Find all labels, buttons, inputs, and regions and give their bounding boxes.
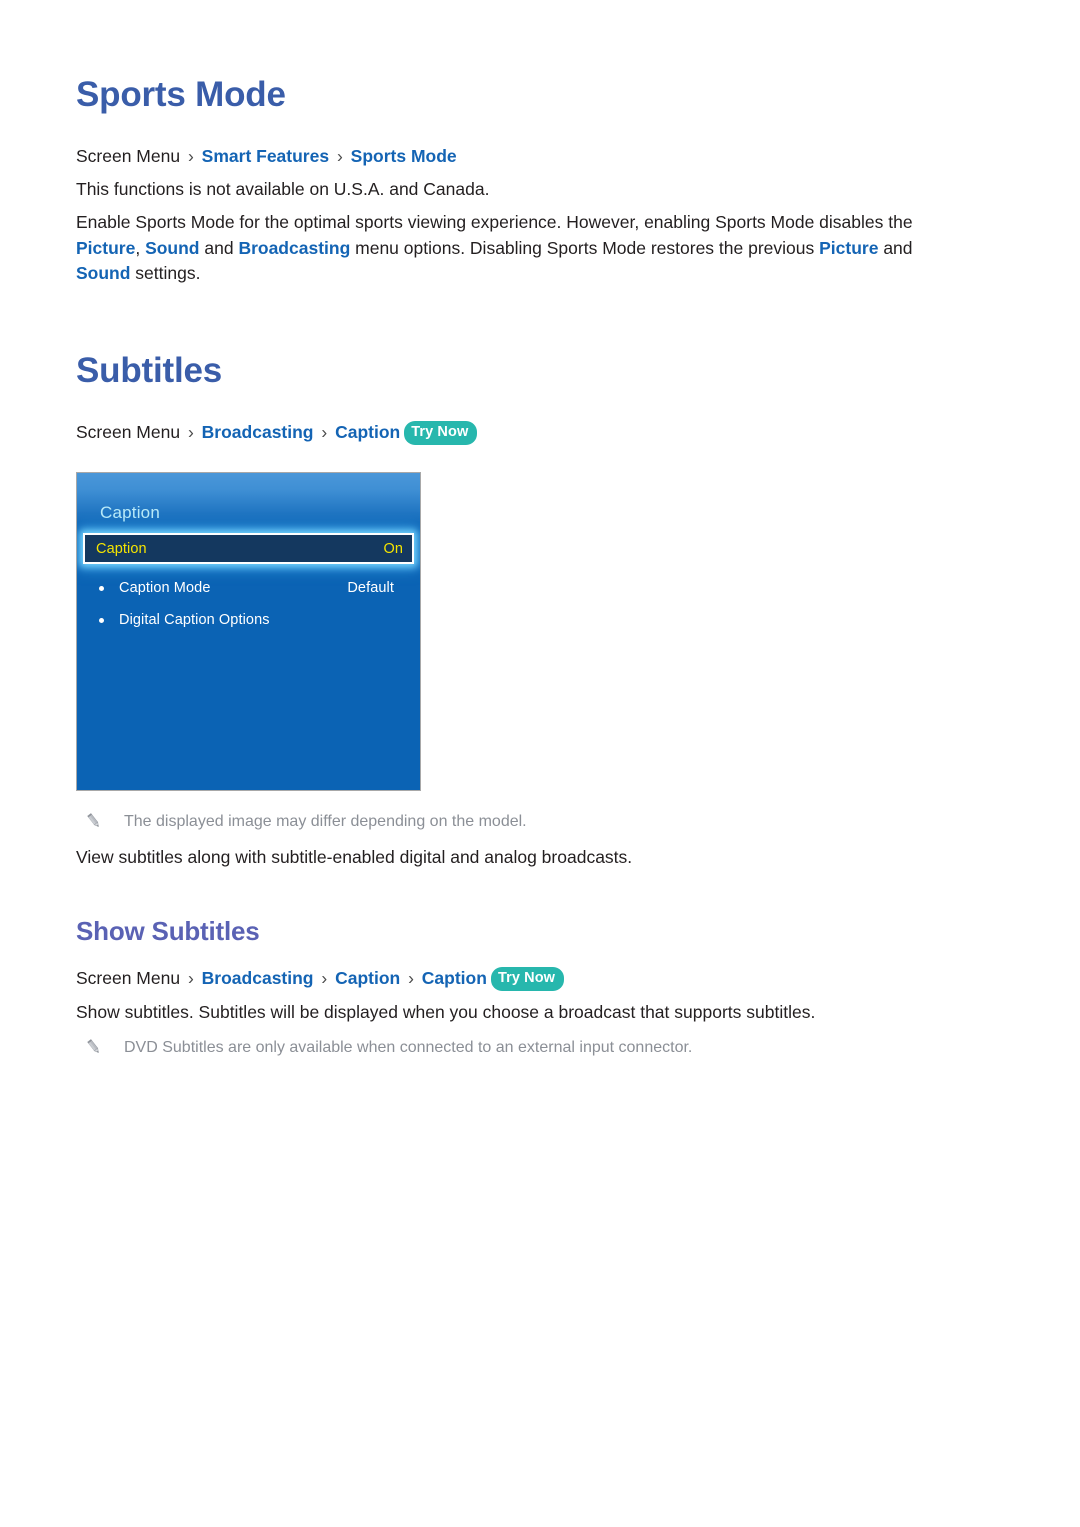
text-segment: , [135,237,146,258]
breadcrumb-separator: › [408,968,414,988]
tv-menu-header: Caption [77,473,420,529]
breadcrumb-show-subtitles: Screen Menu › Broadcasting › Caption › C… [76,966,565,991]
bullet-icon [99,617,104,623]
breadcrumb-sports-mode: Screen Menu › Smart Features › Sports Mo… [76,144,457,168]
tv-menu-row-caption-selected[interactable]: Caption On [83,533,414,564]
tv-menu-screenshot: Caption Caption On Caption Mode Default … [76,472,421,791]
tv-menu-row-digital-caption-options[interactable]: Digital Caption Options [77,608,420,632]
tv-menu-row-value: Default [347,580,394,596]
page-title-sports-mode: Sports Mode [76,75,286,114]
section-title-show-subtitles: Show Subtitles [76,916,260,946]
breadcrumb-separator: › [336,146,343,166]
keyword-picture: Picture [819,237,879,258]
breadcrumb-link-broadcasting[interactable]: Broadcasting [202,422,314,442]
description-show-subtitles: Show subtitles. Subtitles will be displa… [76,1002,816,1022]
tv-menu-row-label: Digital Caption Options [119,612,270,628]
tv-menu-row-value: On [383,540,403,557]
keyword-sound: Sound [145,237,200,258]
breadcrumb-link-caption[interactable]: Caption [335,422,400,442]
note-text: DVD Subtitles are only available when co… [124,1039,693,1056]
try-now-badge[interactable]: Try Now [404,421,478,445]
note-dvd-subtitles: DVD Subtitles are only available when co… [76,1036,944,1059]
breadcrumb-link-smart-features[interactable]: Smart Features [202,146,329,166]
breadcrumb-separator: › [187,968,194,988]
tv-menu-header-title: Caption [100,503,160,522]
tv-menu-row-caption-mode[interactable]: Caption Mode Default [77,576,420,600]
text-segment: settings. [130,263,201,283]
pencil-icon [87,813,99,827]
text-segment: and [199,237,239,258]
text-segment: menu options. Disabling Sports Mode rest… [350,237,820,258]
keyword-broadcasting: Broadcasting [238,237,351,258]
breadcrumb-link-sports-mode[interactable]: Sports Mode [351,146,457,166]
breadcrumb-root: Screen Menu [76,422,181,442]
description-subtitles: View subtitles along with subtitle-enabl… [76,847,633,867]
page-title-subtitles: Subtitles [76,351,222,390]
breadcrumb-root: Screen Menu [76,146,181,166]
breadcrumb-separator: › [321,968,328,988]
breadcrumb-separator: › [187,146,194,166]
tv-menu-row-label: Caption Mode [119,580,211,596]
paragraph-sports-mode: Enable Sports Mode for the optimal sport… [76,210,961,287]
keyword-picture: Picture [76,237,136,258]
tv-menu-body: Caption On Caption Mode Default Digital … [77,529,420,790]
tv-menu-row-label: Caption [96,540,147,557]
bullet-icon [99,585,104,591]
keyword-sound: Sound [76,263,131,283]
breadcrumb-separator: › [187,422,194,442]
breadcrumb-link-caption-2[interactable]: Caption [422,968,487,988]
note-image-disclaimer: The displayed image may differ depending… [76,810,884,833]
text-segment: Enable Sports Mode for the optimal sport… [76,212,913,232]
note-text: The displayed image may differ depending… [124,813,527,830]
breadcrumb-subtitles: Screen Menu › Broadcasting › Caption Try … [76,420,478,445]
breadcrumb-link-broadcasting[interactable]: Broadcasting [202,968,314,988]
availability-note-sports-mode: This functions is not available on U.S.A… [76,179,490,199]
pencil-icon [87,1039,99,1053]
text-segment: and [878,237,913,258]
breadcrumb-root: Screen Menu [76,968,181,988]
try-now-badge[interactable]: Try Now [490,967,565,991]
breadcrumb-link-caption[interactable]: Caption [335,968,400,988]
breadcrumb-separator: › [321,422,328,442]
document-page: Sports Mode Screen Menu › Smart Features… [0,0,1080,1527]
